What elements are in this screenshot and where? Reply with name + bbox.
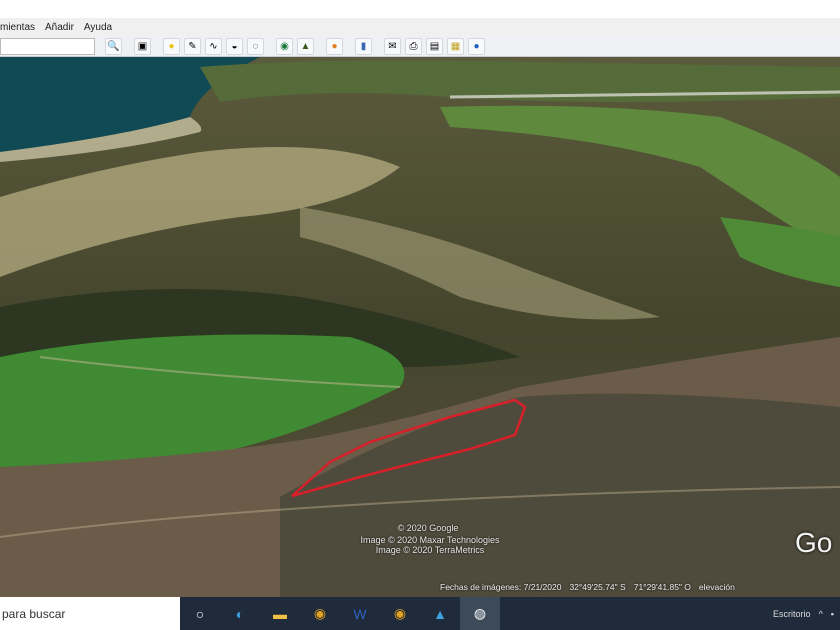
latitude: 32°49'25.74" S <box>569 582 626 592</box>
menu-tools[interactable]: mientas <box>0 22 35 33</box>
chrome-icon[interactable]: ◉ <box>300 597 340 630</box>
search-icon[interactable]: 🔍 <box>105 37 122 55</box>
system-tray: Escritorio ^ ▪ <box>773 609 840 619</box>
image-date: Fechas de imágenes: 7/21/2020 <box>440 582 562 592</box>
print-icon[interactable]: ⎙ <box>405 37 422 55</box>
chrome-icon-2[interactable]: ◉ <box>380 597 420 630</box>
photos-icon[interactable]: ▲ <box>420 597 460 630</box>
desktop-label[interactable]: Escritorio <box>773 609 811 619</box>
toolbar: 🔍 ▣ ● ✎ ∿ ◒ ◌ ◉ ▲ ● ▮ ✉ ⎙ ▤ ▦ ● <box>0 36 840 57</box>
sunlight-icon[interactable]: ▲ <box>297 37 314 55</box>
attribution-google: © 2020 Google <box>397 523 459 533</box>
file-explorer-icon[interactable]: ▬ <box>260 597 300 630</box>
menu-add[interactable]: Añadir <box>45 22 74 33</box>
search-input[interactable] <box>0 37 95 55</box>
overlay-icon[interactable]: ◒ <box>226 37 243 55</box>
globe-icon[interactable]: ● <box>468 37 485 55</box>
chevron-up-icon[interactable]: ^ <box>819 609 823 619</box>
google-logo: Go <box>795 527 833 558</box>
taskbar-search[interactable]: para buscar <box>0 597 180 630</box>
sidebar-toggle-icon[interactable]: ▣ <box>134 37 151 55</box>
email-icon[interactable]: ✉ <box>384 37 401 55</box>
placemark-icon[interactable]: ● <box>163 37 180 55</box>
menu-bar: mientas Añadir Ayuda <box>0 18 840 36</box>
path-icon[interactable]: ∿ <box>205 37 222 55</box>
longitude: 71°29'41.85" O <box>633 582 691 592</box>
tour-icon[interactable]: ◌ <box>247 37 264 55</box>
polygon-icon[interactable]: ✎ <box>184 37 201 55</box>
aerial-imagery <box>0 57 840 597</box>
edge-icon[interactable]: ◐ <box>220 597 260 630</box>
ruler-icon[interactable]: ▮ <box>355 37 372 55</box>
word-icon[interactable]: W <box>340 597 380 630</box>
menu-help[interactable]: Ayuda <box>84 22 112 33</box>
window-top-strip <box>0 0 840 18</box>
attribution-maxar: Image © 2020 Maxar Technologies <box>360 535 500 545</box>
historical-imagery-icon[interactable]: ◉ <box>276 37 293 55</box>
google-earth-icon[interactable]: ◍ <box>460 597 500 630</box>
maps-icon[interactable]: ▦ <box>447 37 464 55</box>
attribution-terrametrics: Image © 2020 TerraMetrics <box>375 545 485 555</box>
map-view[interactable]: © 2020 Google Image © 2020 Maxar Technol… <box>0 57 840 597</box>
planets-icon[interactable]: ● <box>326 37 343 55</box>
status-bar: Fechas de imágenes: 7/21/2020 32°49'25.7… <box>440 582 735 592</box>
elevation-label: elevación <box>698 582 735 592</box>
task-view-icon[interactable]: ○ <box>180 597 220 630</box>
network-icon[interactable]: ▪ <box>831 609 834 619</box>
save-image-icon[interactable]: ▤ <box>426 37 443 55</box>
taskbar: para buscar ○ ◐ ▬ ◉ W ◉ ▲ ◍ Escritorio ^… <box>0 597 840 630</box>
